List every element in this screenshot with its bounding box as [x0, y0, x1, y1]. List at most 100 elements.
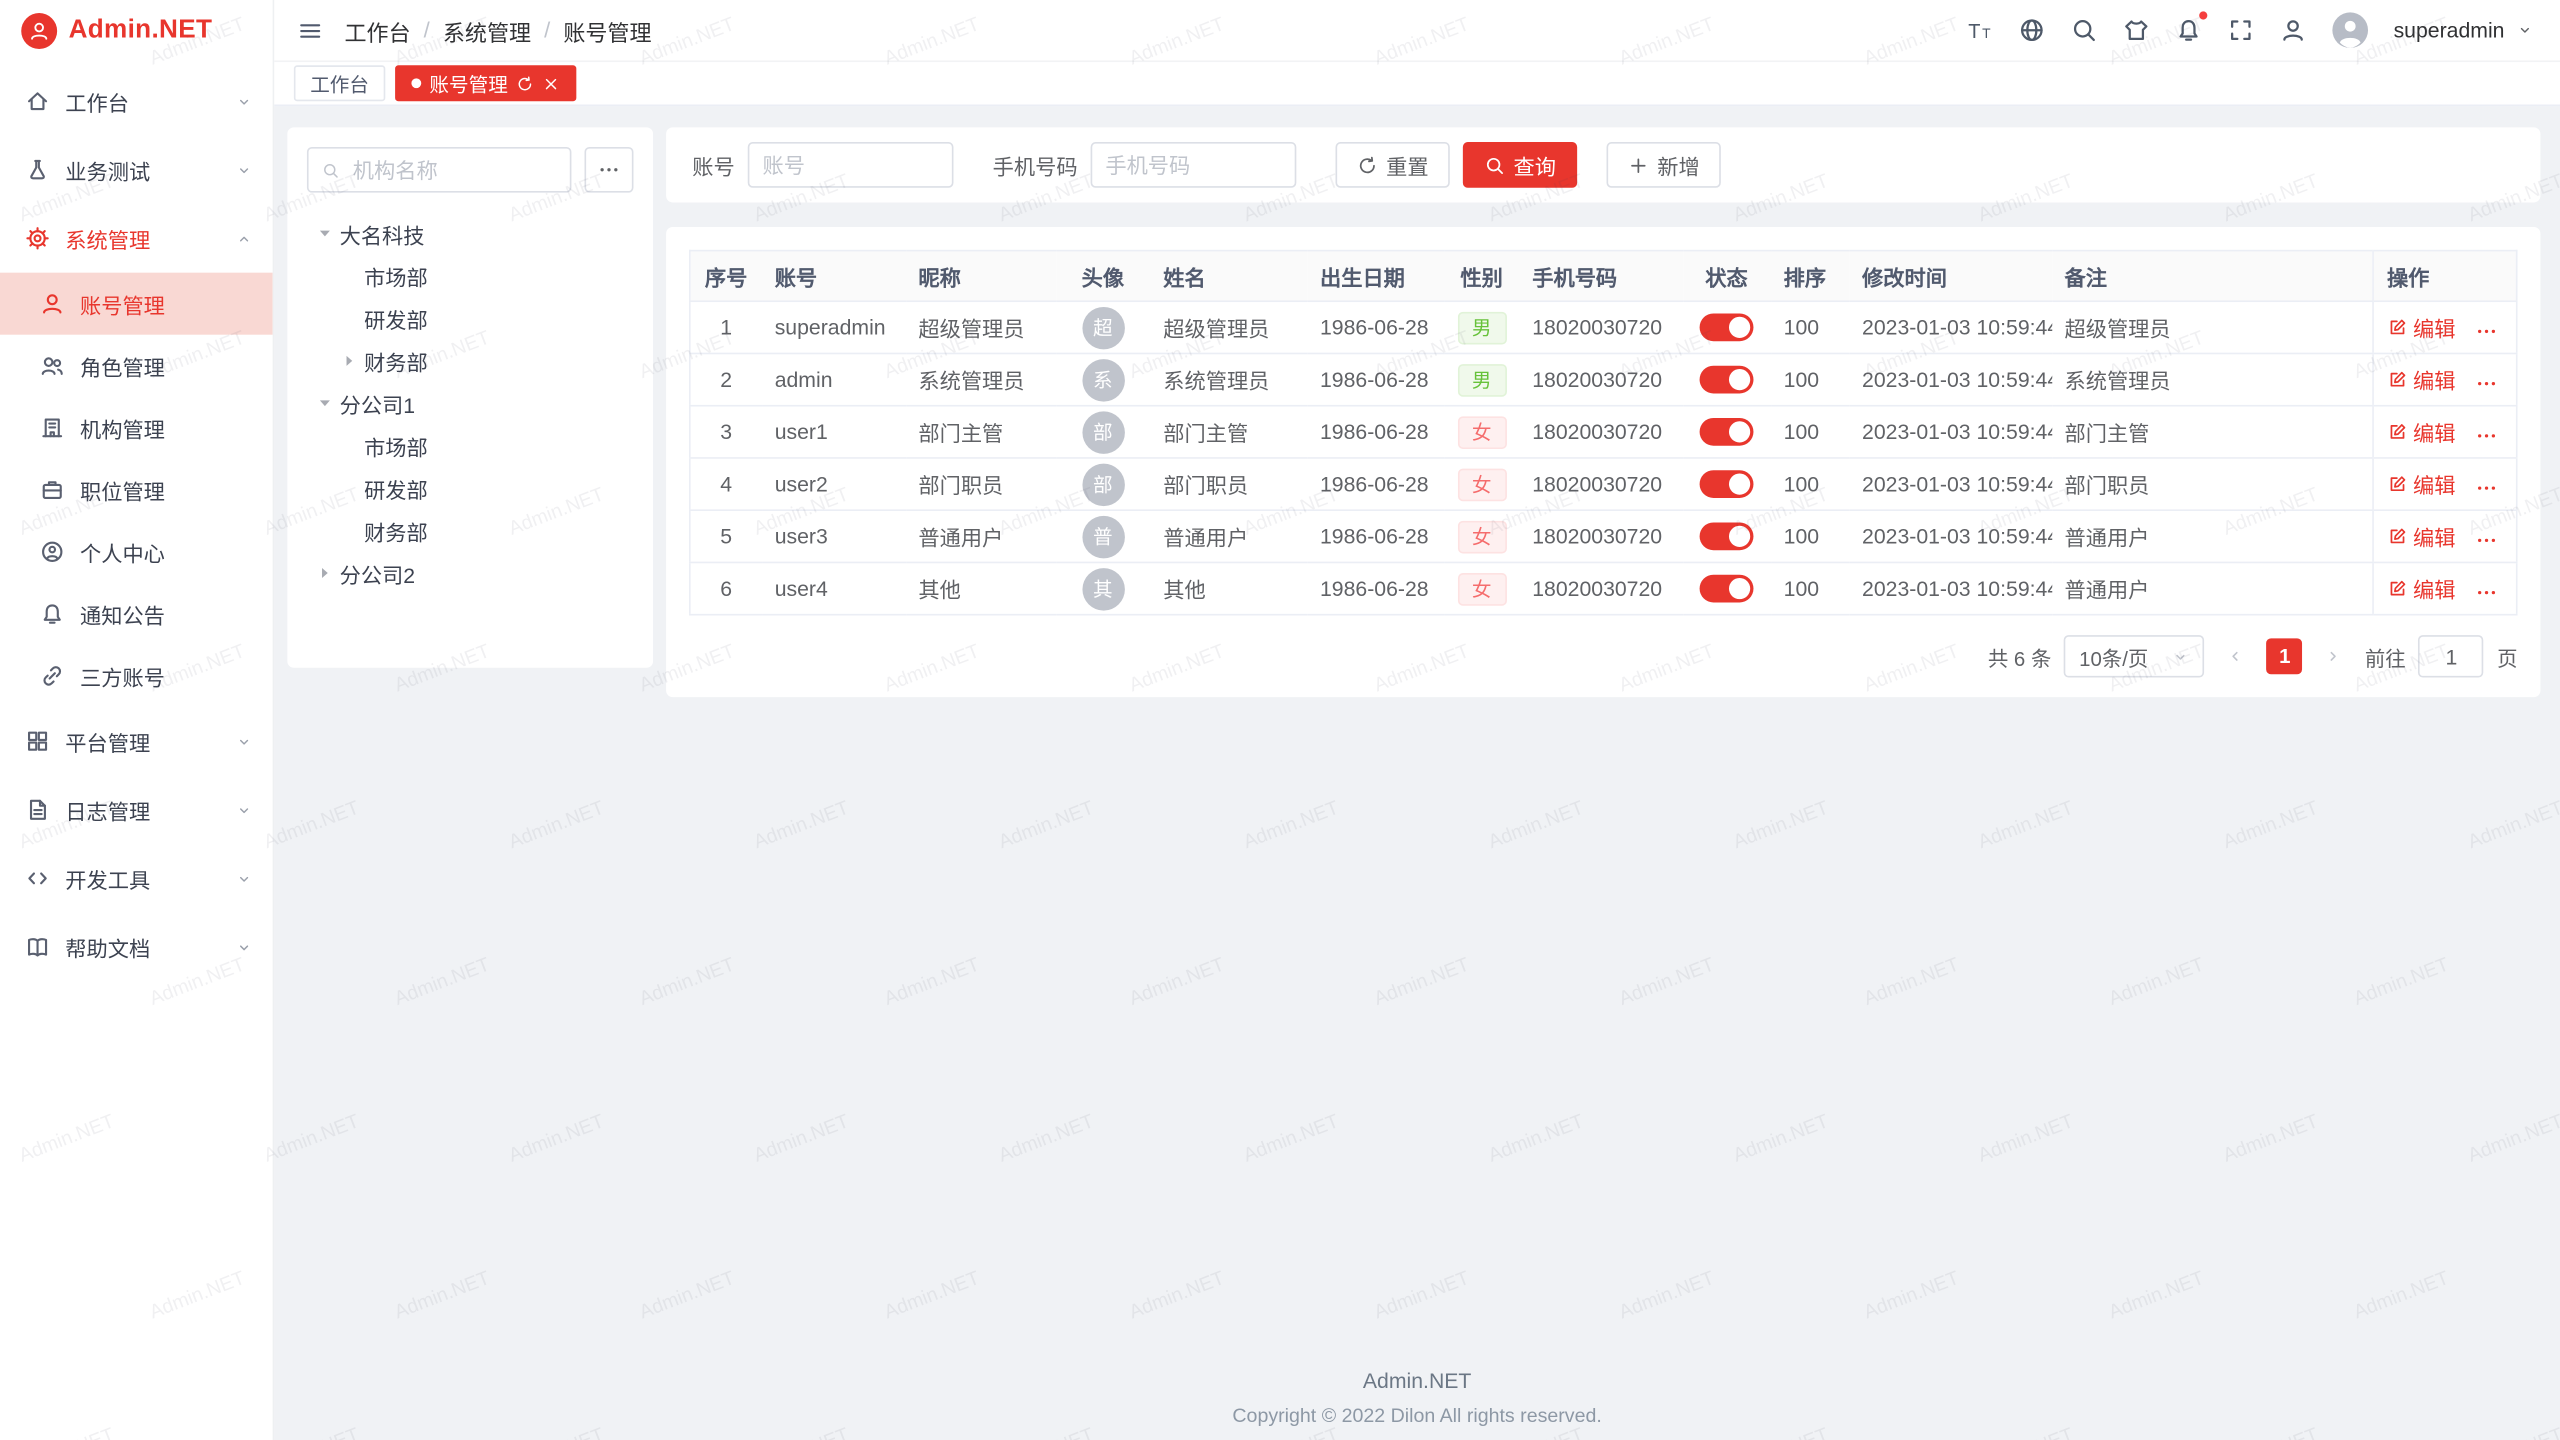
app-logo[interactable]: Admin.NET [0, 0, 273, 62]
chevron-down-icon[interactable] [2516, 21, 2534, 39]
book-icon [24, 934, 50, 960]
reset-button[interactable]: 重置 [1336, 142, 1450, 188]
more-actions-icon[interactable] [2475, 582, 2498, 605]
sidebar-subitem-2-3[interactable]: 职位管理 [0, 459, 273, 521]
status-toggle[interactable] [1700, 314, 1754, 342]
more-actions-icon[interactable] [2475, 320, 2498, 343]
sidebar-subitem-2-1[interactable]: 角色管理 [0, 335, 273, 397]
column-header: 修改时间 [1849, 251, 2051, 302]
tab-label: 工作台 [310, 69, 369, 97]
sidebar-subitem-2-5[interactable]: 通知公告 [0, 583, 273, 645]
globe-icon[interactable] [2018, 16, 2046, 44]
sidebar-subitem-2-6[interactable]: 三方账号 [0, 645, 273, 707]
status-toggle[interactable] [1700, 418, 1754, 446]
sidebar-item-3[interactable]: 平台管理 [0, 707, 273, 776]
sidebar-item-2[interactable]: 系统管理 [0, 204, 273, 273]
avatar: 超 [1082, 306, 1124, 348]
status-toggle[interactable] [1700, 470, 1754, 498]
tree-node-1[interactable]: 市场部 [307, 255, 634, 297]
next-page-button[interactable] [2316, 638, 2352, 674]
search-icon [322, 159, 340, 180]
edit-button[interactable]: 编辑 [2387, 364, 2456, 395]
org-search-input[interactable] [350, 156, 557, 184]
tab-refresh-icon[interactable] [516, 74, 534, 92]
sidebar-subitem-2-0[interactable]: 账号管理 [0, 273, 273, 335]
sidebar-subitem-label: 角色管理 [80, 350, 165, 381]
more-actions-icon[interactable] [2475, 477, 2498, 500]
app-root: Admin.NET 工作台业务测试系统管理账号管理角色管理机构管理职位管理个人中… [0, 0, 2560, 1440]
tab-工作台[interactable]: 工作台 [294, 65, 385, 101]
sidebar-subitem-2-4[interactable]: 个人中心 [0, 521, 273, 583]
caret-right-icon[interactable] [313, 562, 336, 585]
nickname-cell: 其他 [918, 578, 960, 602]
sidebar-subitem-2-2[interactable]: 机构管理 [0, 397, 273, 459]
tab-active-dot [411, 78, 421, 88]
status-toggle[interactable] [1700, 366, 1754, 394]
chevron-down-icon [235, 161, 253, 179]
tab-close-icon[interactable] [542, 74, 560, 92]
prev-page-button[interactable] [2218, 638, 2254, 674]
status-toggle[interactable] [1700, 575, 1754, 603]
tree-node-4[interactable]: 分公司1 [307, 382, 634, 424]
fullscreen-icon[interactable] [2227, 16, 2255, 44]
phone-cell: 18020030720 [1532, 315, 1662, 339]
caret-right-icon[interactable] [338, 349, 361, 372]
person-icon[interactable] [2279, 16, 2307, 44]
sidebar-item-5[interactable]: 开发工具 [0, 844, 273, 913]
tree-node-3[interactable]: 财务部 [307, 340, 634, 382]
more-actions-icon[interactable] [2475, 425, 2498, 448]
edit-button[interactable]: 编辑 [2387, 573, 2456, 604]
breadcrumb-item[interactable]: 系统管理 [443, 14, 531, 47]
chevron-up-icon [235, 229, 253, 247]
caret-down-icon[interactable] [313, 392, 336, 415]
sort-cell: 100 [1784, 315, 1819, 339]
row-index: 6 [720, 576, 732, 600]
edit-button[interactable]: 编辑 [2387, 311, 2456, 342]
breadcrumb-item[interactable]: 工作台 [344, 14, 410, 47]
sidebar-item-0[interactable]: 工作台 [0, 67, 273, 136]
hamburger-icon[interactable] [297, 17, 323, 43]
tree-node-7[interactable]: 财务部 [307, 509, 634, 551]
tree-node-label: 研发部 [364, 303, 428, 334]
status-toggle[interactable] [1700, 523, 1754, 551]
tree-node-6[interactable]: 研发部 [307, 467, 634, 509]
add-button[interactable]: 新增 [1607, 142, 1721, 188]
tree-more-button[interactable] [584, 147, 633, 193]
mtime-cell: 2023-01-03 10:59:44 [1862, 472, 2051, 496]
bell-icon[interactable] [2175, 16, 2203, 44]
add-label: 新增 [1657, 149, 1699, 180]
edit-button[interactable]: 编辑 [2387, 468, 2456, 499]
user-avatar[interactable] [2332, 11, 2370, 49]
more-actions-icon[interactable] [2475, 373, 2498, 396]
account-input[interactable] [748, 142, 954, 188]
tab-账号管理[interactable]: 账号管理 [395, 65, 576, 101]
page-size-select[interactable]: 10条/页 [2064, 635, 2204, 677]
search-icon[interactable] [2070, 16, 2098, 44]
tree-node-2[interactable]: 研发部 [307, 297, 634, 339]
phone-input[interactable] [1091, 142, 1297, 188]
tree-node-5[interactable]: 市场部 [307, 424, 634, 466]
caret-down-icon[interactable] [313, 222, 336, 245]
account-cell: user1 [775, 420, 828, 444]
page-number-1[interactable]: 1 [2267, 638, 2303, 674]
tree-node-8[interactable]: 分公司2 [307, 552, 634, 594]
topbar: 工作台/系统管理/账号管理 TTsuperadmin [274, 0, 2560, 62]
refresh-icon [1357, 154, 1378, 175]
theme-icon[interactable] [2123, 16, 2151, 44]
search-button[interactable]: 查询 [1463, 142, 1577, 188]
person-icon [39, 291, 65, 317]
tree-node-label: 财务部 [364, 515, 428, 546]
breadcrumb-item[interactable]: 账号管理 [563, 14, 651, 47]
nickname-cell: 系统管理员 [918, 369, 1024, 393]
username[interactable]: superadmin [2394, 18, 2505, 42]
edit-button[interactable]: 编辑 [2387, 520, 2456, 551]
font-size-icon[interactable]: TT [1966, 16, 1994, 44]
sidebar-item-6[interactable]: 帮助文档 [0, 913, 273, 982]
account-cell: user4 [775, 576, 828, 600]
goto-page-input[interactable] [2419, 635, 2484, 677]
sidebar-item-4[interactable]: 日志管理 [0, 776, 273, 845]
sidebar-item-1[interactable]: 业务测试 [0, 136, 273, 205]
tree-node-0[interactable]: 大名科技 [307, 212, 634, 254]
more-actions-icon[interactable] [2475, 529, 2498, 552]
edit-button[interactable]: 编辑 [2387, 416, 2456, 447]
